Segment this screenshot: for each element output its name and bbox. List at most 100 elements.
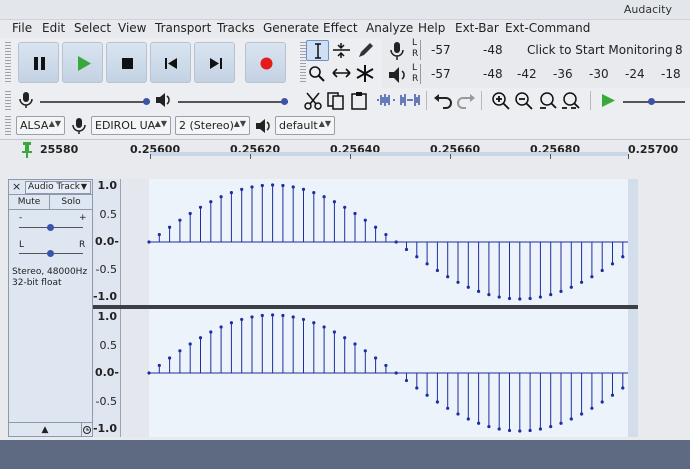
silence-audio-icon[interactable] (398, 90, 422, 111)
recording-device-select[interactable]: EDIROL UA- ▲▼ (91, 116, 171, 135)
separator (426, 91, 427, 110)
track-format-info: 32-bit float (12, 278, 62, 288)
sample-point (209, 200, 213, 204)
sample-point (538, 295, 542, 299)
time-shift-tool[interactable] (330, 63, 353, 84)
pin-icon[interactable] (20, 141, 34, 159)
sample-point (456, 280, 460, 284)
skip-to-start-button[interactable] (150, 42, 191, 83)
title-bar: Audacity (0, 0, 690, 20)
sample-point (343, 205, 347, 209)
input-volume-thumb[interactable] (143, 98, 150, 105)
sample-point (394, 371, 398, 375)
timeline-ruler[interactable]: 25580 0.25600 0.25620 0.25640 0.25660 0.… (0, 139, 690, 159)
track-name-menu[interactable]: Audio Track ▼ (25, 181, 91, 194)
pause-button[interactable] (18, 42, 59, 83)
recording-channels-select[interactable]: 2 (Stereo) ▲▼ (175, 116, 250, 135)
multi-tool[interactable] (354, 63, 377, 84)
draw-tool[interactable] (354, 40, 377, 61)
solo-button[interactable]: Solo (50, 195, 92, 210)
menu-help[interactable]: Help (418, 21, 445, 35)
skip-to-end-button[interactable] (194, 42, 235, 83)
monitoring-prompt[interactable]: Click to Start Monitoring (527, 43, 673, 57)
tools-toolbar (298, 38, 382, 88)
pan-left-label: L (19, 240, 25, 250)
envelope-icon (333, 43, 350, 58)
sample-point (281, 183, 285, 188)
sample-point (394, 240, 398, 244)
copy-icon[interactable] (325, 90, 347, 111)
zoom-tool[interactable] (306, 63, 329, 84)
zoom-out-icon[interactable] (513, 90, 535, 111)
sample-point (507, 296, 512, 301)
sample-point (240, 317, 244, 322)
record-button[interactable] (245, 42, 286, 83)
play-button[interactable] (62, 42, 103, 83)
sample-point (157, 363, 161, 368)
double-arrow-icon (332, 68, 351, 78)
ruler-selection-band (150, 152, 628, 156)
menu-transport[interactable]: Transport (155, 21, 211, 35)
separator (590, 91, 591, 110)
microphone-icon[interactable] (386, 40, 408, 62)
waveform-channel-2[interactable] (121, 309, 638, 437)
menu-file[interactable]: File (12, 21, 32, 35)
sample-point (621, 386, 625, 390)
vertical-ruler[interactable]: 1.0 0.5 0.0- -0.5 -1.0 (93, 309, 121, 437)
close-track-icon[interactable]: × (12, 180, 21, 193)
menu-analyze[interactable]: Analyze (366, 21, 413, 35)
menu-ext-command[interactable]: Ext-Command (505, 21, 590, 35)
sample-point (260, 313, 264, 318)
waveform-channel-1[interactable] (121, 179, 638, 305)
record-meter[interactable]: -57 -48 Click to Start Monitoring 8 (420, 40, 688, 60)
output-volume-thumb[interactable] (281, 98, 288, 105)
output-volume-slider[interactable] (178, 101, 288, 103)
speaker-icon[interactable] (386, 64, 408, 86)
mixer-toolbar (0, 88, 298, 113)
playback-meter[interactable]: -57 -48 -42 -36 -30 -24 -18 (420, 64, 688, 84)
play-at-speed-thumb[interactable] (648, 98, 655, 105)
audio-host-select[interactable]: ALSA ▲▼ (16, 116, 65, 135)
recording-device-value: EDIROL UA- (95, 119, 159, 132)
menu-ext-bar[interactable]: Ext-Bar (455, 21, 499, 35)
sample-point (312, 191, 316, 195)
amp-label: 0.0- (94, 235, 119, 248)
amp-label: 0.5 (99, 208, 118, 221)
zoom-in-icon[interactable] (490, 90, 512, 111)
menu-generate[interactable]: Generate (263, 21, 319, 35)
vertical-ruler[interactable]: 1.0 0.5 0.0- -0.5 -1.0 (93, 179, 121, 305)
pan-thumb[interactable] (47, 250, 54, 257)
input-volume-slider[interactable] (40, 101, 150, 103)
gain-thumb[interactable] (47, 224, 54, 231)
unselected-region (121, 179, 149, 305)
collapse-track-button[interactable]: ▲ (9, 422, 81, 437)
solo-label: Solo (61, 197, 81, 207)
menu-view[interactable]: View (118, 21, 146, 35)
cut-icon[interactable] (302, 90, 324, 111)
toolbar-grip[interactable] (5, 42, 11, 84)
menu-edit[interactable]: Edit (42, 21, 65, 35)
sample-point (250, 185, 254, 189)
selection-tool[interactable] (306, 40, 329, 61)
recording-channels-value: 2 (Stereo) (179, 119, 234, 132)
trim-audio-icon[interactable] (374, 90, 398, 111)
track-control-panel[interactable]: × Audio Track ▼ Mute Solo - + L R Stereo,… (8, 179, 93, 437)
playback-device-select[interactable]: default ▲▼ (275, 116, 335, 135)
fit-selection-icon[interactable] (537, 90, 559, 111)
mute-button[interactable]: Mute (9, 195, 50, 210)
redo-icon[interactable] (455, 90, 477, 111)
menu-select[interactable]: Select (74, 21, 111, 35)
menu-bar: File Edit Select View Transport Tracks G… (0, 20, 690, 37)
play-at-speed-icon[interactable] (597, 90, 619, 111)
menu-effect[interactable]: Effect (323, 21, 358, 35)
device-grip[interactable] (5, 116, 11, 135)
mixer-grip[interactable] (5, 91, 11, 110)
fit-project-icon[interactable] (560, 90, 582, 111)
stop-button[interactable] (106, 42, 147, 83)
undo-icon[interactable] (432, 90, 454, 111)
envelope-tool[interactable] (330, 40, 353, 61)
paste-icon[interactable] (348, 90, 370, 111)
sample-point (209, 330, 213, 334)
sample-point (250, 315, 254, 319)
menu-tracks[interactable]: Tracks (217, 21, 255, 35)
